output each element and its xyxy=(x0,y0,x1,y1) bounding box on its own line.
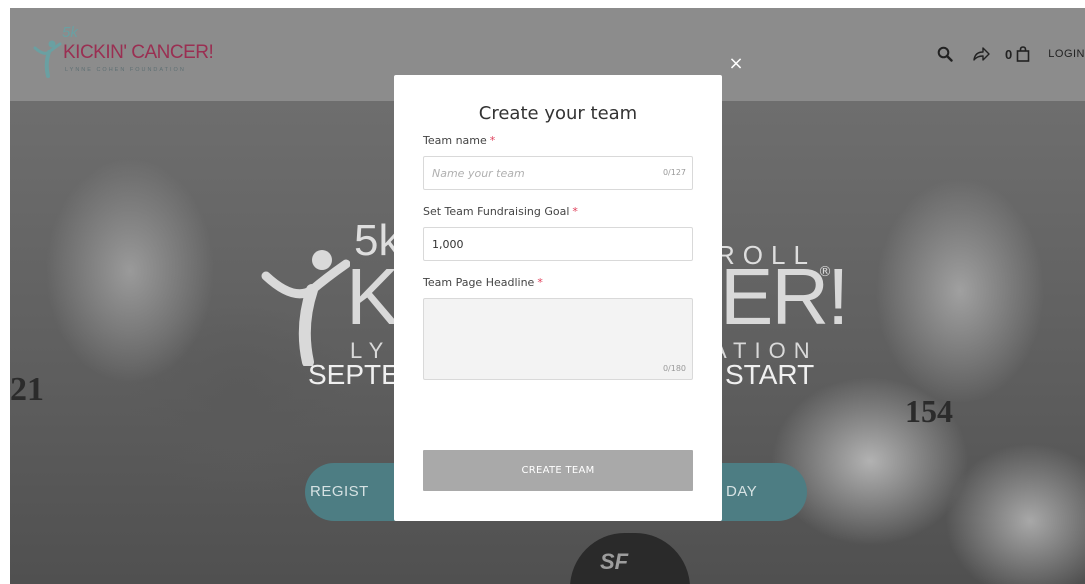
close-modal-icon[interactable]: × xyxy=(726,54,746,74)
page: 5k KICKIN' CANCER! LYNNE COHEN FOUNDATIO… xyxy=(10,8,1085,584)
headline-label-text: Team Page Headline xyxy=(423,276,535,289)
search-icon[interactable] xyxy=(933,42,957,66)
hero-cap-text: SF xyxy=(600,549,629,574)
required-mark: * xyxy=(537,276,543,289)
headline-counter: 0/180 xyxy=(662,364,686,373)
team-name-counter: 0/127 xyxy=(662,168,686,177)
logo-5k: 5k xyxy=(62,24,78,41)
site-logo[interactable]: 5k KICKIN' CANCER! LYNNE COHEN FOUNDATIO… xyxy=(32,24,232,86)
header-actions: 0 LOGIN xyxy=(933,42,1085,66)
headline-field-wrap: 0/180 xyxy=(423,298,693,380)
logo-subtitle: LYNNE COHEN FOUNDATION xyxy=(65,67,186,73)
goal-label: Set Team Fundraising Goal * xyxy=(423,205,693,218)
login-link[interactable]: LOGIN xyxy=(1048,48,1085,60)
hero-date-left: SEPTE xyxy=(308,359,400,390)
team-headline-textarea[interactable] xyxy=(424,299,692,379)
fundraising-goal-input[interactable] xyxy=(424,228,692,260)
hero-runner-icon xyxy=(261,250,350,366)
logo-title: KICKIN' CANCER! xyxy=(63,42,214,63)
modal-title: Create your team xyxy=(478,103,638,124)
team-name-label-text: Team name xyxy=(423,134,487,147)
team-name-field-wrap: 0/127 xyxy=(423,156,693,190)
share-icon[interactable] xyxy=(969,42,993,66)
hero-date-right: START xyxy=(725,359,815,390)
hero-bib-number-right: 154 xyxy=(905,393,953,429)
create-team-button[interactable]: CREATE TEAM xyxy=(423,450,693,491)
create-team-modal: Create your team Team name* 0/127 Set Te… xyxy=(394,75,722,521)
bag-icon xyxy=(1016,46,1030,62)
hero-register-label-left: REGIST xyxy=(310,483,369,500)
team-name-input[interactable] xyxy=(424,157,692,189)
headline-label: Team Page Headline * xyxy=(423,276,693,289)
hero-cap-shape xyxy=(570,533,690,584)
hero-bib-number-left: 21 xyxy=(10,371,44,408)
cart-button[interactable]: 0 xyxy=(1005,46,1030,62)
hero-logo-registered: ® xyxy=(818,264,832,280)
required-mark: * xyxy=(572,205,578,218)
cart-count: 0 xyxy=(1005,46,1013,62)
hero-register-label-right: DAY xyxy=(726,483,758,500)
goal-field-wrap xyxy=(423,227,693,261)
goal-label-text: Set Team Fundraising Goal xyxy=(423,205,570,218)
runner-logo-icon xyxy=(33,40,62,78)
required-mark: * xyxy=(489,134,496,147)
team-name-label: Team name * xyxy=(423,134,693,147)
